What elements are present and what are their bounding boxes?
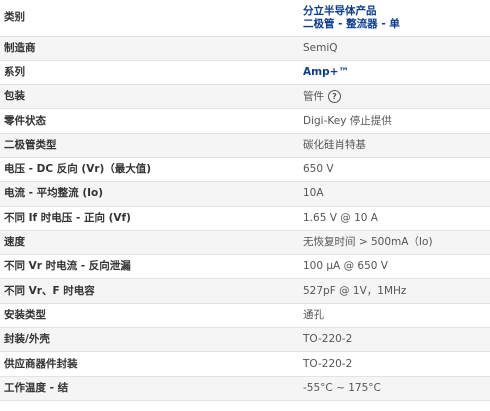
table-row-speed: 速度 无恢复时间 > 500mA（Io) [0, 230, 490, 256]
attribute-label: 供应商器件封装 [0, 351, 299, 377]
table-row-diode-type: 二极管类型 碳化硅肖特基 [0, 133, 490, 158]
current-avg-rectified-value: 10A [299, 181, 490, 207]
attribute-label: 系列 [0, 60, 299, 86]
capacitance-value: 527pF @ 1V，1MHz [299, 278, 490, 304]
attribute-label: 工作温度 - 结 [0, 376, 299, 401]
packaging-text: 管件 [303, 90, 324, 103]
table-row-package-case: 封装/外壳 TO-220-2 [0, 327, 490, 353]
diode-type-value: 碳化硅肖特基 [299, 133, 490, 158]
table-row-voltage-dc-reverse: 电压 - DC 反向 (Vr)（最大值) 650 V [0, 157, 490, 183]
table-row-category: 类别 分立半导体产品 二极管 - 整流器 - 单 [0, 0, 490, 37]
question-circle-icon[interactable]: ? [328, 89, 341, 103]
part-status-value: Digi-Key 停止提供 [299, 108, 490, 134]
category-value: 分立半导体产品 二极管 - 整流器 - 单 [299, 0, 490, 37]
table-row-supplier-device-package: 供应商器件封装 TO-220-2 [0, 351, 490, 377]
mounting-type-value: 通孔 [299, 303, 490, 329]
attribute-label: 不同 Vr、F 时电容 [0, 278, 299, 304]
product-attributes-table: 类别 分立半导体产品 二极管 - 整流器 - 单 制造商 SemiQ 系列 Am… [0, 0, 490, 401]
manufacturer-value: SemiQ [299, 36, 490, 61]
table-row-part-status: 零件状态 Digi-Key 停止提供 [0, 108, 490, 134]
table-row-reverse-leakage: 不同 Vr 时电流 - 反向泄漏 100 µA @ 650 V [0, 254, 490, 280]
attribute-label: 电流 - 平均整流 (Io) [0, 181, 299, 207]
series-value: Amp+™ [299, 60, 490, 86]
forward-voltage-value: 1.65 V @ 10 A [299, 206, 490, 231]
category-link-rectifiers[interactable]: 二极管 - 整流器 - 单 [303, 18, 490, 31]
attribute-label: 封装/外壳 [0, 327, 299, 353]
packaging-value: 管件? [299, 84, 490, 110]
voltage-dc-reverse-value: 650 V [299, 157, 490, 183]
attribute-label: 速度 [0, 230, 299, 256]
table-row-capacitance: 不同 Vr、F 时电容 527pF @ 1V，1MHz [0, 278, 490, 304]
attribute-label: 不同 If 时电压 - 正向 (Vf) [0, 206, 299, 231]
table-row-manufacturer: 制造商 SemiQ [0, 36, 490, 61]
table-row-operating-temperature: 工作温度 - 结 -55°C ~ 175°C [0, 376, 490, 401]
attribute-label: 二极管类型 [0, 133, 299, 158]
supplier-device-package-value: TO-220-2 [299, 351, 490, 377]
attribute-label: 制造商 [0, 36, 299, 61]
attribute-label: 不同 Vr 时电流 - 反向泄漏 [0, 254, 299, 280]
category-link-discrete[interactable]: 分立半导体产品 [303, 5, 490, 18]
attribute-label: 电压 - DC 反向 (Vr)（最大值) [0, 157, 299, 183]
table-row-forward-voltage: 不同 If 时电压 - 正向 (Vf) 1.65 V @ 10 A [0, 206, 490, 231]
series-link[interactable]: Amp+™ [303, 66, 349, 78]
reverse-leakage-value: 100 µA @ 650 V [299, 254, 490, 280]
package-case-value: TO-220-2 [299, 327, 490, 353]
attribute-label: 零件状态 [0, 108, 299, 134]
attribute-label: 包装 [0, 84, 299, 110]
table-row-series: 系列 Amp+™ [0, 60, 490, 86]
speed-value: 无恢复时间 > 500mA（Io) [299, 230, 490, 256]
table-row-mounting-type: 安装类型 通孔 [0, 303, 490, 329]
table-row-current-avg-rectified: 电流 - 平均整流 (Io) 10A [0, 181, 490, 207]
attribute-label: 安装类型 [0, 303, 299, 329]
table-row-packaging: 包装 管件? [0, 84, 490, 110]
category-header-label: 类别 [0, 0, 299, 37]
operating-temperature-value: -55°C ~ 175°C [299, 376, 490, 401]
